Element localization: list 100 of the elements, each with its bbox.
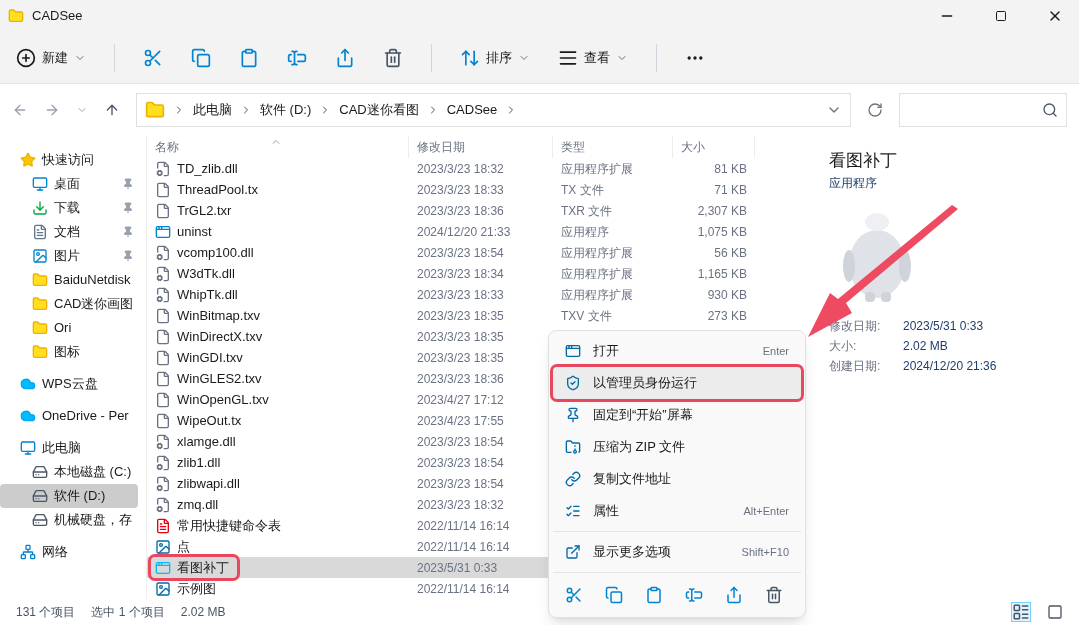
file-name: 示例图 — [177, 579, 216, 598]
sidebar-item[interactable]: BaiduNetdisk — [0, 268, 138, 292]
file-icon — [155, 349, 171, 366]
file-name: 常用快捷键命令表 — [177, 516, 281, 535]
details-view-icon[interactable] — [1011, 602, 1031, 622]
property-value: 2024/12/20 21:36 — [903, 357, 997, 375]
drive-icon — [32, 488, 48, 504]
sort-button[interactable]: 排序 — [460, 47, 530, 68]
file-row[interactable]: WinBitmap.txv 2023/3/23 18:35 TXV 文件 273 KB — [147, 305, 801, 326]
file-icon — [155, 181, 171, 198]
sidebar-item[interactable]: 此电脑 — [0, 436, 138, 460]
date-cell-text: 2023/3/23 18:54 — [416, 475, 505, 493]
settings-file-icon — [155, 475, 171, 492]
cut-icon[interactable] — [143, 47, 163, 68]
sidebar-item[interactable]: Ori — [0, 316, 138, 340]
sidebar-item[interactable]: 软件 (D:) — [0, 484, 138, 508]
file-row[interactable]: TrGL2.txr 2023/3/23 18:36 TXR 文件 2,307 KB — [147, 200, 801, 221]
forward-icon[interactable] — [44, 102, 60, 118]
file-name: WinDirectX.txv — [177, 327, 263, 346]
file-row[interactable]: W3dTk.dll 2023/3/23 18:34 应用程序扩展 1,165 KB — [147, 263, 801, 284]
file-row[interactable]: WhipTk.dll 2023/3/23 18:33 应用程序扩展 930 KB — [147, 284, 801, 305]
breadcrumb-item[interactable]: 软件 (D:) — [260, 100, 312, 120]
drawing-file-icon — [155, 538, 171, 555]
date-cell-text: 2023/3/23 18:34 — [416, 265, 505, 283]
file-icon — [155, 328, 171, 345]
sidebar-item[interactable]: 图片 — [0, 244, 138, 268]
refresh-icon[interactable] — [867, 102, 883, 118]
sidebar-item[interactable]: 下载 — [0, 196, 138, 220]
settings-file-icon — [155, 433, 171, 450]
sidebar-item[interactable]: 桌面 — [0, 172, 138, 196]
menu-item[interactable]: 打开 Enter — [553, 335, 801, 367]
copy-icon[interactable] — [191, 47, 211, 68]
cut-icon[interactable] — [565, 586, 583, 604]
type-cell-text: TX 文件 — [560, 181, 605, 199]
app-icon — [155, 223, 171, 240]
share-icon[interactable] — [725, 586, 743, 604]
column-header[interactable]: 类型 — [553, 136, 673, 158]
plus-icon — [16, 47, 36, 68]
folder-icon — [32, 296, 48, 312]
delete-icon[interactable] — [383, 47, 403, 68]
date-cell-text: 2023/3/23 18:35 — [416, 349, 505, 367]
paste-icon[interactable] — [645, 586, 663, 604]
view-button[interactable]: 查看 — [558, 47, 628, 68]
share-icon[interactable] — [335, 47, 355, 68]
image-icon — [32, 248, 48, 264]
sidebar-item[interactable]: 本地磁盘 (C:) — [0, 460, 138, 484]
delete-icon[interactable] — [765, 586, 783, 604]
size-cell-text: 56 KB — [713, 244, 748, 262]
file-row[interactable]: uninst 2024/12/20 21:33 应用程序 1,075 KB — [147, 221, 801, 242]
menu-item[interactable]: 固定到“开始”屏幕 — [553, 399, 801, 431]
file-name: WinGDI.txv — [177, 348, 243, 367]
date-cell-text: 2023/3/23 18:36 — [416, 370, 505, 388]
sidebar-item[interactable]: 快速访问 — [0, 148, 138, 172]
sidebar-item[interactable]: 文档 — [0, 220, 138, 244]
search-field[interactable] — [899, 93, 1067, 127]
column-header[interactable]: 大小 — [673, 136, 755, 158]
file-row[interactable]: 示例图 2022/11/14 16:14 — [147, 578, 801, 599]
date-cell-text: 2023/3/23 18:54 — [416, 433, 505, 451]
settings-file-icon — [155, 286, 171, 303]
date-cell-text: 2023/3/23 18:35 — [416, 328, 505, 346]
file-icon — [155, 391, 171, 408]
type-cell-text: TXV 文件 — [560, 307, 613, 325]
file-icon — [155, 202, 171, 219]
file-row[interactable]: vcomp100.dll 2023/3/23 18:54 应用程序扩展 56 KB — [147, 242, 801, 263]
column-header[interactable]: 修改日期 — [409, 136, 553, 158]
item-count: 131 个项目 — [16, 604, 76, 621]
column-header[interactable]: 名称 — [147, 136, 409, 158]
sidebar-item[interactable]: 机械硬盘，存 — [0, 508, 138, 532]
folder-icon — [32, 272, 48, 288]
date-cell-text: 2023/3/23 18:32 — [416, 160, 505, 178]
sidebar-item[interactable]: 网络 — [0, 540, 138, 564]
file-name: WhipTk.dll — [177, 285, 238, 304]
sidebar-item[interactable]: OneDrive - Per — [0, 404, 138, 428]
type-cell-text: 应用程序扩展 — [560, 265, 634, 283]
details-title: 看图补丁 — [829, 150, 898, 172]
sidebar-item[interactable]: WPS云盘 — [0, 372, 138, 396]
file-row[interactable]: ThreadPool.tx 2023/3/23 18:33 TX 文件 71 KB — [147, 179, 801, 200]
file-row[interactable]: TD_zlib.dll 2023/3/23 18:32 应用程序扩展 81 KB — [147, 158, 801, 179]
menu-item[interactable]: 以管理员身份运行 — [553, 367, 801, 399]
breadcrumb-item[interactable]: CAD迷你看图 — [339, 100, 419, 120]
address-bar[interactable]: 此电脑 软件 (D:) CAD迷你看图 CADSee — [136, 93, 851, 127]
copy-icon[interactable] — [605, 586, 623, 604]
date-cell-text: 2024/12/20 21:33 — [416, 223, 512, 241]
back-icon[interactable] — [12, 102, 28, 118]
menu-item[interactable]: 属性 Alt+Enter — [553, 495, 801, 527]
sidebar-item[interactable]: CAD迷你画图 — [0, 292, 138, 316]
maximize-icon[interactable] — [995, 10, 1007, 22]
rename-icon[interactable] — [685, 586, 703, 604]
new-button[interactable]: 新建 — [16, 47, 86, 68]
breadcrumb-item[interactable]: 此电脑 — [193, 100, 232, 120]
tiles-view-icon[interactable] — [1047, 604, 1063, 620]
date-cell-text: 2023/3/23 18:33 — [416, 181, 505, 199]
date-cell-text: 2023/4/27 17:12 — [416, 391, 505, 409]
paste-icon[interactable] — [239, 47, 259, 68]
property-label: 创建日期: — [829, 357, 882, 375]
file-name: uninst — [177, 222, 212, 241]
up-icon[interactable] — [104, 102, 120, 118]
date-cell-text: 2023/3/23 18:32 — [416, 496, 505, 514]
sidebar-item[interactable]: 图标 — [0, 340, 138, 364]
breadcrumb-item[interactable]: CADSee — [446, 100, 498, 120]
